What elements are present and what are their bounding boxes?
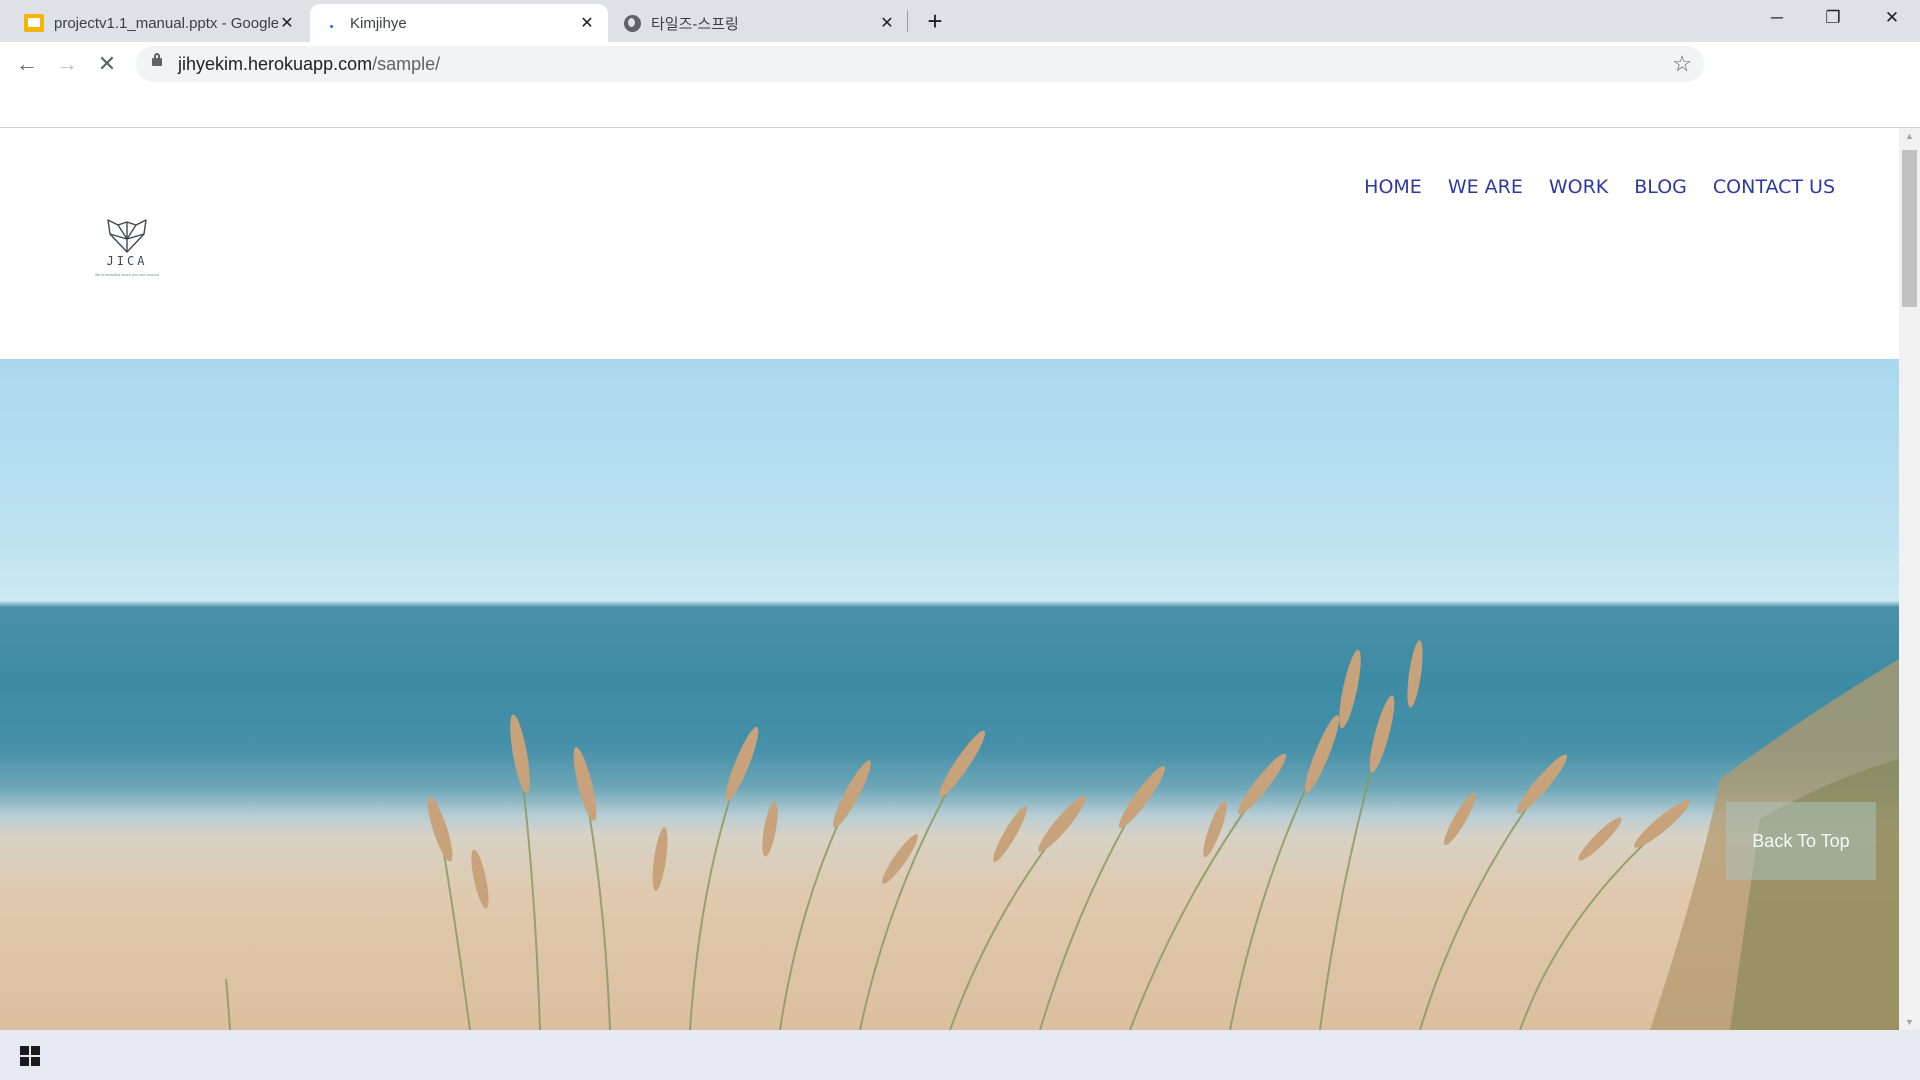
loading-icon [324,15,340,31]
main-nav: HOME WE ARE WORK BLOG CONTACT US [1364,176,1835,198]
hero-beach-image [0,359,1899,1030]
fox-logo-icon [107,219,147,253]
tab-strip: projectv1.1_manual.pptx - Google Slides … [0,0,1920,42]
url-host: jihyekim.herokuapp.com [178,54,373,74]
stop-loading-button[interactable]: ✕ [91,48,123,80]
scrollbar-thumb[interactable] [1902,150,1917,307]
nav-home[interactable]: HOME [1364,176,1422,198]
nav-we-are[interactable]: WE ARE [1448,176,1523,198]
page-scrollbar[interactable]: ▲ ▼ [1899,128,1920,1030]
nav-work[interactable]: WORK [1549,176,1608,198]
back-to-top-button[interactable]: Back To Top [1726,802,1876,880]
bookmark-star-icon[interactable]: ☆ [1672,46,1692,82]
windows-taskbar [0,1030,1920,1080]
url-path: /sample/ [372,54,441,74]
site-logo[interactable]: JICA life is beautiful when you are arou… [72,214,182,294]
logo-tagline: life is beautiful when you are around [94,272,160,277]
beach-grass-illustration [225,640,1899,1030]
scroll-down-arrow-icon[interactable]: ▼ [1899,1014,1920,1030]
new-tab-button[interactable]: + [922,6,948,36]
scroll-up-arrow-icon[interactable]: ▲ [1899,128,1920,144]
tab-separator [907,10,908,32]
tab-title: projectv1.1_manual.pptx - Google Slides [54,14,278,32]
logo-wordmark: JICA [106,254,148,268]
browser-toolbar: ← → ✕ jihyekim.herokuapp.com/sample/ ☆ [0,42,1920,86]
restore-button[interactable]: ❐ [1805,0,1861,36]
site-header: JICA life is beautiful when you are arou… [0,128,1899,359]
close-window-button[interactable]: ✕ [1864,0,1920,36]
tab-close-icon[interactable]: ✕ [878,13,896,33]
tab-close-icon[interactable]: ✕ [278,13,296,33]
nav-blog[interactable]: BLOG [1634,176,1687,198]
windows-start-icon[interactable] [20,1046,40,1066]
nav-contact-us[interactable]: CONTACT US [1713,176,1835,198]
url-text[interactable]: jihyekim.herokuapp.com/sample/ [178,46,440,82]
page-viewport: JICA life is beautiful when you are arou… [0,128,1899,1030]
lock-icon[interactable] [152,53,162,66]
tab-google-slides[interactable]: projectv1.1_manual.pptx - Google Slides … [10,4,308,42]
tab-tiles-spring[interactable]: 타일즈-스프링 ✕ [610,4,908,42]
minimize-button[interactable]: ─ [1749,0,1805,36]
tab-title: 타일즈-스프링 [651,15,739,33]
address-bar[interactable]: jihyekim.herokuapp.com/sample/ ☆ [136,46,1704,82]
tab-kimjihye[interactable]: Kimjihye ✕ [310,4,608,42]
google-slides-icon [24,14,44,32]
globe-icon [624,14,641,32]
forward-button[interactable]: → [51,48,83,80]
tab-title: Kimjihye [350,14,407,32]
back-button[interactable]: ← [11,48,43,80]
tab-close-icon[interactable]: ✕ [578,13,596,33]
